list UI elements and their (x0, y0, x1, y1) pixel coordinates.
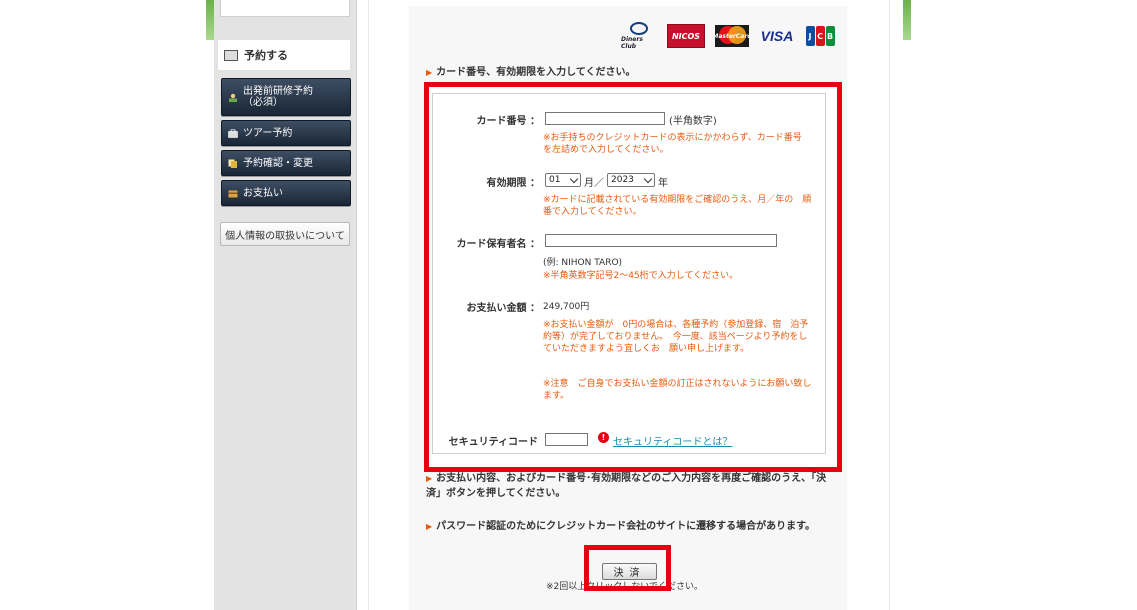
chevron-down-icon (569, 174, 579, 183)
jcb-logo: JCB (805, 25, 835, 47)
pay-button-highlight (584, 545, 671, 591)
expiry-month-select[interactable]: 01 (545, 173, 581, 187)
security-code-help-link[interactable]: セキュリティコードとは？ (613, 433, 732, 448)
left-background (0, 0, 214, 610)
expiry-month-value: 01 (549, 175, 561, 185)
monitor-icon (224, 49, 238, 61)
amount-warning: ※お支払い金額が 0円の場合は、各種予約（参加登録、宿 泊予約等）が完了しており… (543, 320, 809, 354)
instruction-text: お支払い内容、およびカード番号･有効期限などのご入力内容を再度ご確認のうえ、「決… (426, 473, 827, 499)
person-icon (228, 93, 238, 102)
sidebar-reserve-heading: 予約する (218, 40, 350, 70)
wallet-icon (228, 189, 238, 198)
expiry-year-select[interactable]: 2023 (607, 173, 655, 187)
amount-caution: ※注意 ご自身でお支払い金額の訂正はされないようにお願い致し ます。 (543, 379, 820, 401)
sidebar-item-pre-departure-training[interactable]: 出発前研修予約 （必須） (221, 78, 351, 116)
nicos-logo: NICOS (667, 24, 705, 48)
briefcase-icon (228, 128, 238, 138)
amount-value: 249,700円 (543, 302, 590, 312)
instruction-confirm: ▶ お支払い内容、およびカード番号･有効期限などのご入力内容を再度ご確認のうえ、「… (426, 471, 836, 501)
sidebar-item-label: ツアー予約 (243, 127, 293, 139)
privacy-policy-label: 個人情報の取扱いについて (225, 230, 345, 242)
sidebar-reserve-label: 予約する (244, 49, 288, 62)
expiry-warning: ※カードに記載されている有効期限をご確認のうえ、月／年の 順番で入力してください… (543, 195, 812, 217)
instruction-enter-card: ▶ カード番号、有効期限を入力してください。 (426, 65, 836, 80)
card-number-input[interactable] (545, 112, 665, 125)
privacy-policy-button[interactable]: 個人情報の取扱いについて (220, 222, 350, 246)
arrow-icon: ▶ (426, 522, 433, 531)
card-brand-logos: Diners Club NICOS MasterCard VISA JCB (621, 22, 835, 50)
card-holder-example: (例: NIHON TARO) (543, 258, 623, 268)
alert-icon: ! (598, 432, 609, 443)
right-green-accent (903, 0, 911, 40)
card-number-label: カード番号 ： (476, 116, 540, 127)
arrow-icon: ▶ (426, 474, 433, 483)
visa-logo: VISA (760, 28, 794, 44)
expiry-year-unit: 年 (658, 178, 668, 189)
card-holder-label: カード保有者名 ： (456, 239, 540, 250)
diners-club-logo: Diners Club (621, 22, 657, 50)
sidebar-item-tour-reservation[interactable]: ツアー予約 (221, 120, 351, 146)
card-number-hint: (半角数字) (669, 116, 717, 127)
sidebar-item-reservation-check[interactable]: 予約確認・変更 (221, 150, 351, 176)
documents-icon (228, 159, 238, 168)
sidebar-item-label: お支払い (243, 187, 283, 199)
arrow-icon: ▶ (426, 68, 433, 77)
sidebar-item-label: 出発前研修予約 （必須） (243, 86, 313, 108)
expiry-label: 有効期限 ： (486, 178, 540, 189)
expiry-year-value: 2023 (611, 175, 634, 185)
card-holder-input[interactable] (545, 234, 777, 247)
sidebar: 予約する 出発前研修予約 （必須） ツアー予約 予約確認・変更 お支払い 個人情… (214, 0, 357, 610)
chevron-down-icon (643, 174, 653, 183)
sidebar-item-label: 予約確認・変更 (243, 157, 313, 169)
expiry-month-unit: 月／ (584, 178, 604, 189)
security-code-input[interactable] (545, 433, 588, 446)
card-holder-warning: ※半角英数字記号2～45桁で入力してください。 (543, 271, 739, 281)
instruction-text: パスワード認証のためにクレジットカード会社のサイトに遷移する場合があります。 (436, 521, 816, 532)
instruction-password: ▶ パスワード認証のためにクレジットカード会社のサイトに遷移する場合があります。 (426, 519, 836, 534)
sidebar-top-box (220, 0, 350, 17)
instruction-text: カード番号、有効期限を入力してください。 (436, 67, 636, 78)
left-green-accent (206, 0, 214, 40)
card-number-warning: ※お手持ちのクレジットカードの表示にかかわらず、カード番号 を左詰めで入力してく… (543, 133, 811, 155)
mastercard-logo: MasterCard (715, 25, 749, 47)
amount-label: お支払い金額 ： (466, 303, 540, 314)
sidebar-item-payment[interactable]: お支払い (221, 180, 351, 206)
security-code-label: セキュリティコード (448, 437, 538, 448)
